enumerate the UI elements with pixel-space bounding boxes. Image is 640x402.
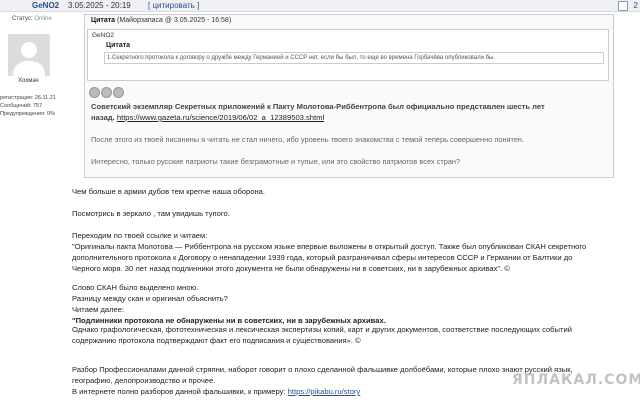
body-paragraph-5: Однако графологическая, фототехническая … [72,325,572,345]
quote-paragraph-2: После этого из твоей писанины я читать н… [91,135,525,144]
body-paragraph-2: Посмотрись в зеркало , там увидишь тупог… [72,209,230,218]
quote-block: Цитата (Майорзапаса @ 3.05.2025 - 16:58)… [84,14,614,178]
status-label: Статус: [12,16,33,22]
quote-button[interactable]: [ цитировать ] [148,1,199,10]
quote-link[interactable]: https://www.gazeta.ru/science/2019/06/02… [117,113,324,122]
quote-paragraph-1: Советский экземпляр Секретных приложений… [91,101,561,123]
body-paragraph-4: Слово СКАН было выделено мною. Разницу м… [72,282,602,326]
body-link-intro: В интернете полно разборов данной фальши… [72,387,286,396]
user-meta: регистрация: 26.11.21 Сообщений: 757 Пре… [0,94,56,118]
nested-quote-author: GeNO2 [92,32,115,39]
body-quote: "Оригиналы пакта Молотова — Риббентропа … [72,242,587,273]
user-warnings: Предупреждения: 0% [0,111,55,117]
nested-quote-text: 1.Секретного протокола к договору о друж… [104,52,604,64]
nested-quote-title: Цитата [106,42,131,49]
user-messages: Сообщений: 757 [0,103,43,109]
body-line: Разницу между скан и оригинал объяснить? [72,294,228,303]
circle-icon[interactable] [101,87,112,98]
body-paragraph-1: Чем больше в армии дубов тем крепче наша… [72,187,265,196]
quote-meta: (Майорзапаса @ 3.05.2025 - 16:58) [117,17,232,24]
report-icon[interactable] [618,1,628,11]
post-author[interactable]: GeNO2 [32,1,59,10]
post-number[interactable]: 2 [634,1,638,10]
avatar[interactable] [8,34,50,76]
quote-title: Цитата [91,17,116,24]
post-date: 3.05.2025 - 20:19 [68,1,131,10]
quote-header: Цитата (Майорзапаса @ 3.05.2025 - 16:58) [91,17,231,24]
quote-controls [89,87,125,100]
body-intro: Переходим по твоей ссылке и читаем: [72,231,208,240]
user-registration: регистрация: 26.11.21 [0,95,56,101]
user-status: Статус: Online [12,16,52,22]
circle-icon[interactable] [89,87,100,98]
body-line: Слово СКАН было выделено мною. [72,283,199,292]
body-link[interactable]: https://pikabu.ru/story [288,387,361,396]
post-header: GeNO2 3.05.2025 - 20:19 [ цитировать ] 2 [0,0,640,12]
status-value: Online [34,16,52,22]
body-line: Читаем далее: [72,305,125,314]
avatar-placeholder-icon [8,34,50,76]
body-paragraph-3: Переходим по твоей ссылке и читаем: "Ори… [72,230,602,274]
nested-quote: GeNO2 Цитата 1.Секретного протокола к до… [87,29,609,81]
quote-paragraph-3: Интересно, только русские патриоты такие… [91,157,461,166]
user-rank: Хохмач [18,78,39,84]
circle-icon[interactable] [113,87,124,98]
site-watermark: ЯПЛАКАЛ.COM [512,372,640,388]
